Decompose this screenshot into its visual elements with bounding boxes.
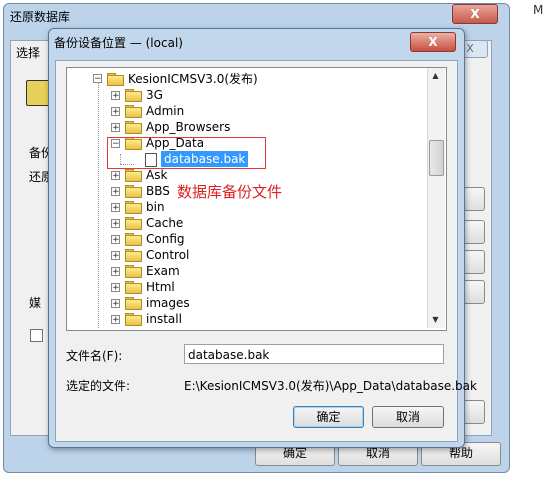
selected-file-label: 选定的文件: (66, 379, 131, 393)
folder-icon (125, 281, 142, 294)
tree-item-label: Config (146, 232, 185, 246)
tree-item-app-browsers[interactable]: + App_Browsers (67, 119, 437, 135)
tree-item-label: Ask (146, 168, 168, 182)
database-icon (26, 80, 50, 106)
tree-row-root[interactable]: − KesionICMSV3.0(发布) (67, 71, 437, 87)
annotation-text: 数据库备份文件 (177, 183, 283, 201)
expand-icon[interactable]: + (111, 107, 120, 117)
media-label: 媒 (29, 296, 42, 310)
folder-icon (125, 217, 142, 230)
tree-item-label: BBS (146, 184, 170, 198)
tree-item-label: Cache (146, 216, 184, 230)
tree-item-cache[interactable]: + Cache (67, 215, 437, 231)
filename-field[interactable]: database.bak (184, 344, 444, 364)
desktop-text: M (533, 3, 544, 17)
folder-icon (125, 121, 142, 134)
side-button-3[interactable] (463, 250, 485, 274)
tree-item-label: Admin (146, 104, 185, 118)
media-checkbox[interactable] (30, 329, 43, 342)
expand-icon[interactable]: + (111, 315, 120, 325)
folder-icon (125, 89, 142, 102)
cancel-button[interactable]: 取消 (372, 406, 444, 428)
folder-icon (125, 169, 142, 182)
tree-item-label: Html (146, 280, 175, 294)
tree-item-label: KesionICMSV3.0(发布) (128, 72, 258, 86)
tree-item-images[interactable]: + images (67, 295, 437, 311)
tree-item-install[interactable]: + install (67, 311, 437, 327)
side-button-1[interactable] (463, 187, 485, 211)
select-backup-window-title: 选择 (16, 46, 41, 60)
folder-icon (125, 297, 142, 310)
tree-item-label: install (146, 312, 182, 326)
tree-item-label: App_Browsers (146, 120, 231, 134)
expand-icon[interactable]: + (111, 187, 120, 197)
folder-icon (125, 233, 142, 246)
expand-icon[interactable]: + (111, 299, 120, 309)
tree-item-label: 3G (146, 88, 163, 102)
tree-item-label: Control (146, 248, 190, 262)
expand-icon[interactable]: + (111, 203, 120, 213)
folder-icon (125, 313, 142, 326)
expand-icon[interactable]: + (111, 283, 120, 293)
selected-file-path: E:\KesionICMSV3.0(发布)\App_Data\database.… (184, 379, 477, 393)
tree-item-exam[interactable]: + Exam (67, 263, 437, 279)
tree-item-label: bin (146, 200, 165, 214)
dialog-close-button[interactable]: X (410, 32, 456, 52)
expand-icon[interactable]: + (111, 219, 120, 229)
folder-icon (125, 201, 142, 214)
tree-item-label: images (146, 296, 190, 310)
tree-scrollbar[interactable] (427, 68, 445, 328)
scroll-up-arrow-icon[interactable]: ▲ (427, 68, 444, 84)
collapse-icon[interactable]: − (93, 74, 102, 84)
tree-item-admin[interactable]: + Admin (67, 103, 437, 119)
ok-button[interactable]: 确定 (293, 406, 364, 428)
scrollbar-thumb[interactable] (429, 140, 444, 176)
folder-icon (125, 249, 142, 262)
expand-icon[interactable]: + (111, 91, 120, 101)
folder-icon (125, 185, 142, 198)
side-button-2[interactable] (463, 220, 485, 244)
tree-item-config[interactable]: + Config (67, 231, 437, 247)
restore-window-title: 还原数据库 (10, 10, 71, 24)
expand-icon[interactable]: + (111, 171, 120, 181)
folder-icon (125, 105, 142, 118)
folder-open-icon (107, 73, 124, 86)
tree-item-control[interactable]: + Control (67, 247, 437, 263)
highlight-box (107, 137, 266, 169)
tree-item-html[interactable]: + Html (67, 279, 437, 295)
filename-label: 文件名(F): (66, 349, 123, 363)
tree-item-label: Exam (146, 264, 180, 278)
dialog-title: 备份设备位置 — (local) (54, 36, 183, 50)
expand-icon[interactable]: + (111, 267, 120, 277)
side-button-4[interactable] (463, 280, 485, 304)
expand-icon[interactable]: + (111, 123, 120, 133)
expand-icon[interactable]: + (111, 251, 120, 261)
scroll-down-arrow-icon[interactable]: ▼ (427, 312, 444, 328)
tree-item-3g[interactable]: + 3G (67, 87, 437, 103)
expand-icon[interactable]: + (111, 235, 120, 245)
restore-window-close-button[interactable]: X (452, 4, 498, 24)
side-button-5[interactable] (463, 400, 485, 424)
folder-icon (125, 265, 142, 278)
